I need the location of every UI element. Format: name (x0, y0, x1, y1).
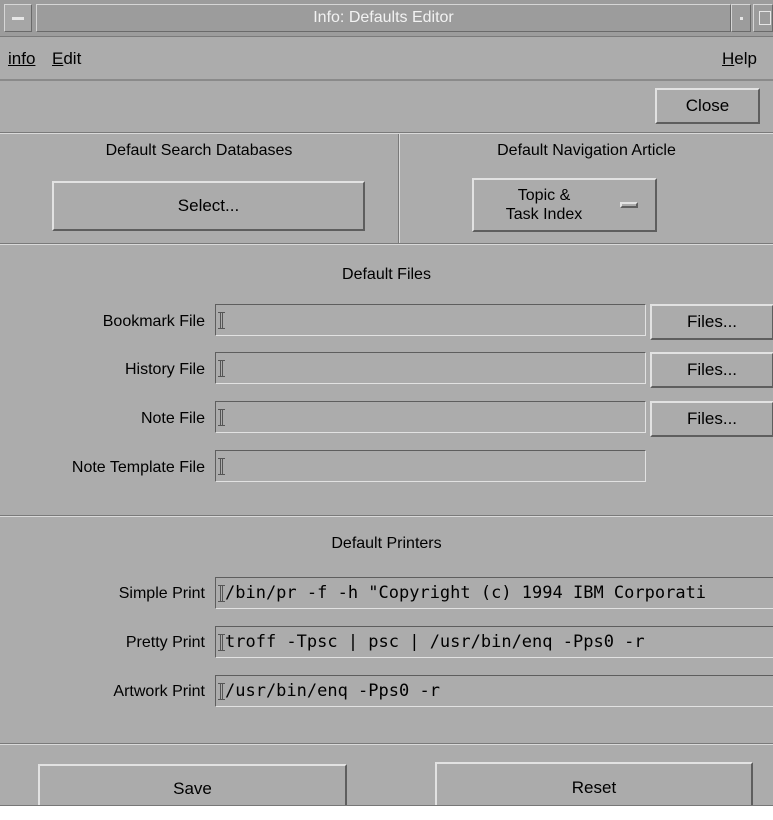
window-menu-icon (12, 17, 24, 20)
text-cursor-icon (218, 312, 225, 329)
text-cursor-icon (218, 360, 225, 377)
navigation-article-line1: Topic & (517, 187, 571, 204)
text-cursor-icon (218, 409, 225, 426)
history-file-label: History File (124, 361, 205, 378)
save-button[interactable]: Save (38, 764, 347, 805)
menu-info[interactable]: info (8, 49, 35, 69)
minimize-icon (740, 17, 743, 20)
pretty-print-value: troff -Tpsc | psc | /usr/bin/enq -Pps0 -… (225, 632, 645, 652)
close-button[interactable]: Close (655, 88, 760, 124)
navigation-article-heading: Default Navigation Article (497, 142, 676, 159)
menu-bar: info Edit Help (0, 37, 773, 81)
window-title[interactable]: Info: Defaults Editor (36, 4, 731, 32)
window-menu-button[interactable] (4, 4, 32, 32)
menu-edit-rest: dit (63, 49, 82, 68)
text-cursor-icon (218, 585, 225, 602)
pretty-print-input[interactable]: troff -Tpsc | psc | /usr/bin/enq -Pps0 -… (215, 626, 773, 658)
artwork-print-input[interactable]: /usr/bin/enq -Pps0 -r (215, 675, 773, 707)
note-files-button[interactable]: Files... (650, 401, 773, 437)
divider (0, 743, 773, 745)
artwork-print-label: Artwork Print (113, 683, 205, 700)
navigation-article-value: Topic & Task Index (474, 186, 614, 224)
note-template-file-input[interactable] (215, 450, 646, 482)
menu-help-rest: elp (734, 49, 757, 68)
divider (0, 132, 773, 134)
search-databases-heading: Default Search Databases (105, 142, 293, 159)
bookmark-file-input[interactable] (215, 304, 646, 336)
reset-button[interactable]: Reset (435, 762, 753, 805)
divider (0, 515, 773, 517)
default-printers-heading: Default Printers (331, 535, 442, 552)
maximize-icon (759, 11, 771, 25)
pretty-print-label: Pretty Print (125, 634, 205, 651)
title-bar: Info: Defaults Editor (0, 0, 773, 37)
navigation-article-option-menu[interactable]: Topic & Task Index (472, 178, 657, 232)
text-cursor-icon (218, 458, 225, 475)
navigation-article-line2: Task Index (505, 206, 583, 223)
simple-print-value: /bin/pr -f -h "Copyright (c) 1994 IBM Co… (225, 583, 707, 603)
menu-help[interactable]: Help (722, 49, 757, 69)
menu-edit[interactable]: Edit (52, 49, 81, 69)
note-file-label: Note File (140, 410, 205, 427)
minimize-button[interactable] (731, 4, 751, 32)
text-cursor-icon (218, 683, 225, 700)
default-files-heading: Default Files (342, 266, 431, 283)
simple-print-label: Simple Print (118, 585, 205, 602)
note-file-input[interactable] (215, 401, 646, 433)
note-template-file-label: Note Template File (71, 459, 205, 476)
maximize-button[interactable] (753, 4, 773, 32)
defaults-editor-window: Info: Defaults Editor info Edit Help Clo… (0, 0, 773, 806)
bookmark-file-label: Bookmark File (102, 313, 205, 330)
text-cursor-icon (218, 634, 225, 651)
divider (0, 243, 773, 245)
history-file-input[interactable] (215, 352, 646, 384)
bookmark-files-button[interactable]: Files... (650, 304, 773, 340)
artwork-print-value: /usr/bin/enq -Pps0 -r (225, 681, 440, 701)
simple-print-input[interactable]: /bin/pr -f -h "Copyright (c) 1994 IBM Co… (215, 577, 773, 609)
select-databases-button[interactable]: Select... (52, 181, 365, 231)
history-files-button[interactable]: Files... (650, 352, 773, 388)
option-menu-indicator-icon (620, 202, 638, 208)
